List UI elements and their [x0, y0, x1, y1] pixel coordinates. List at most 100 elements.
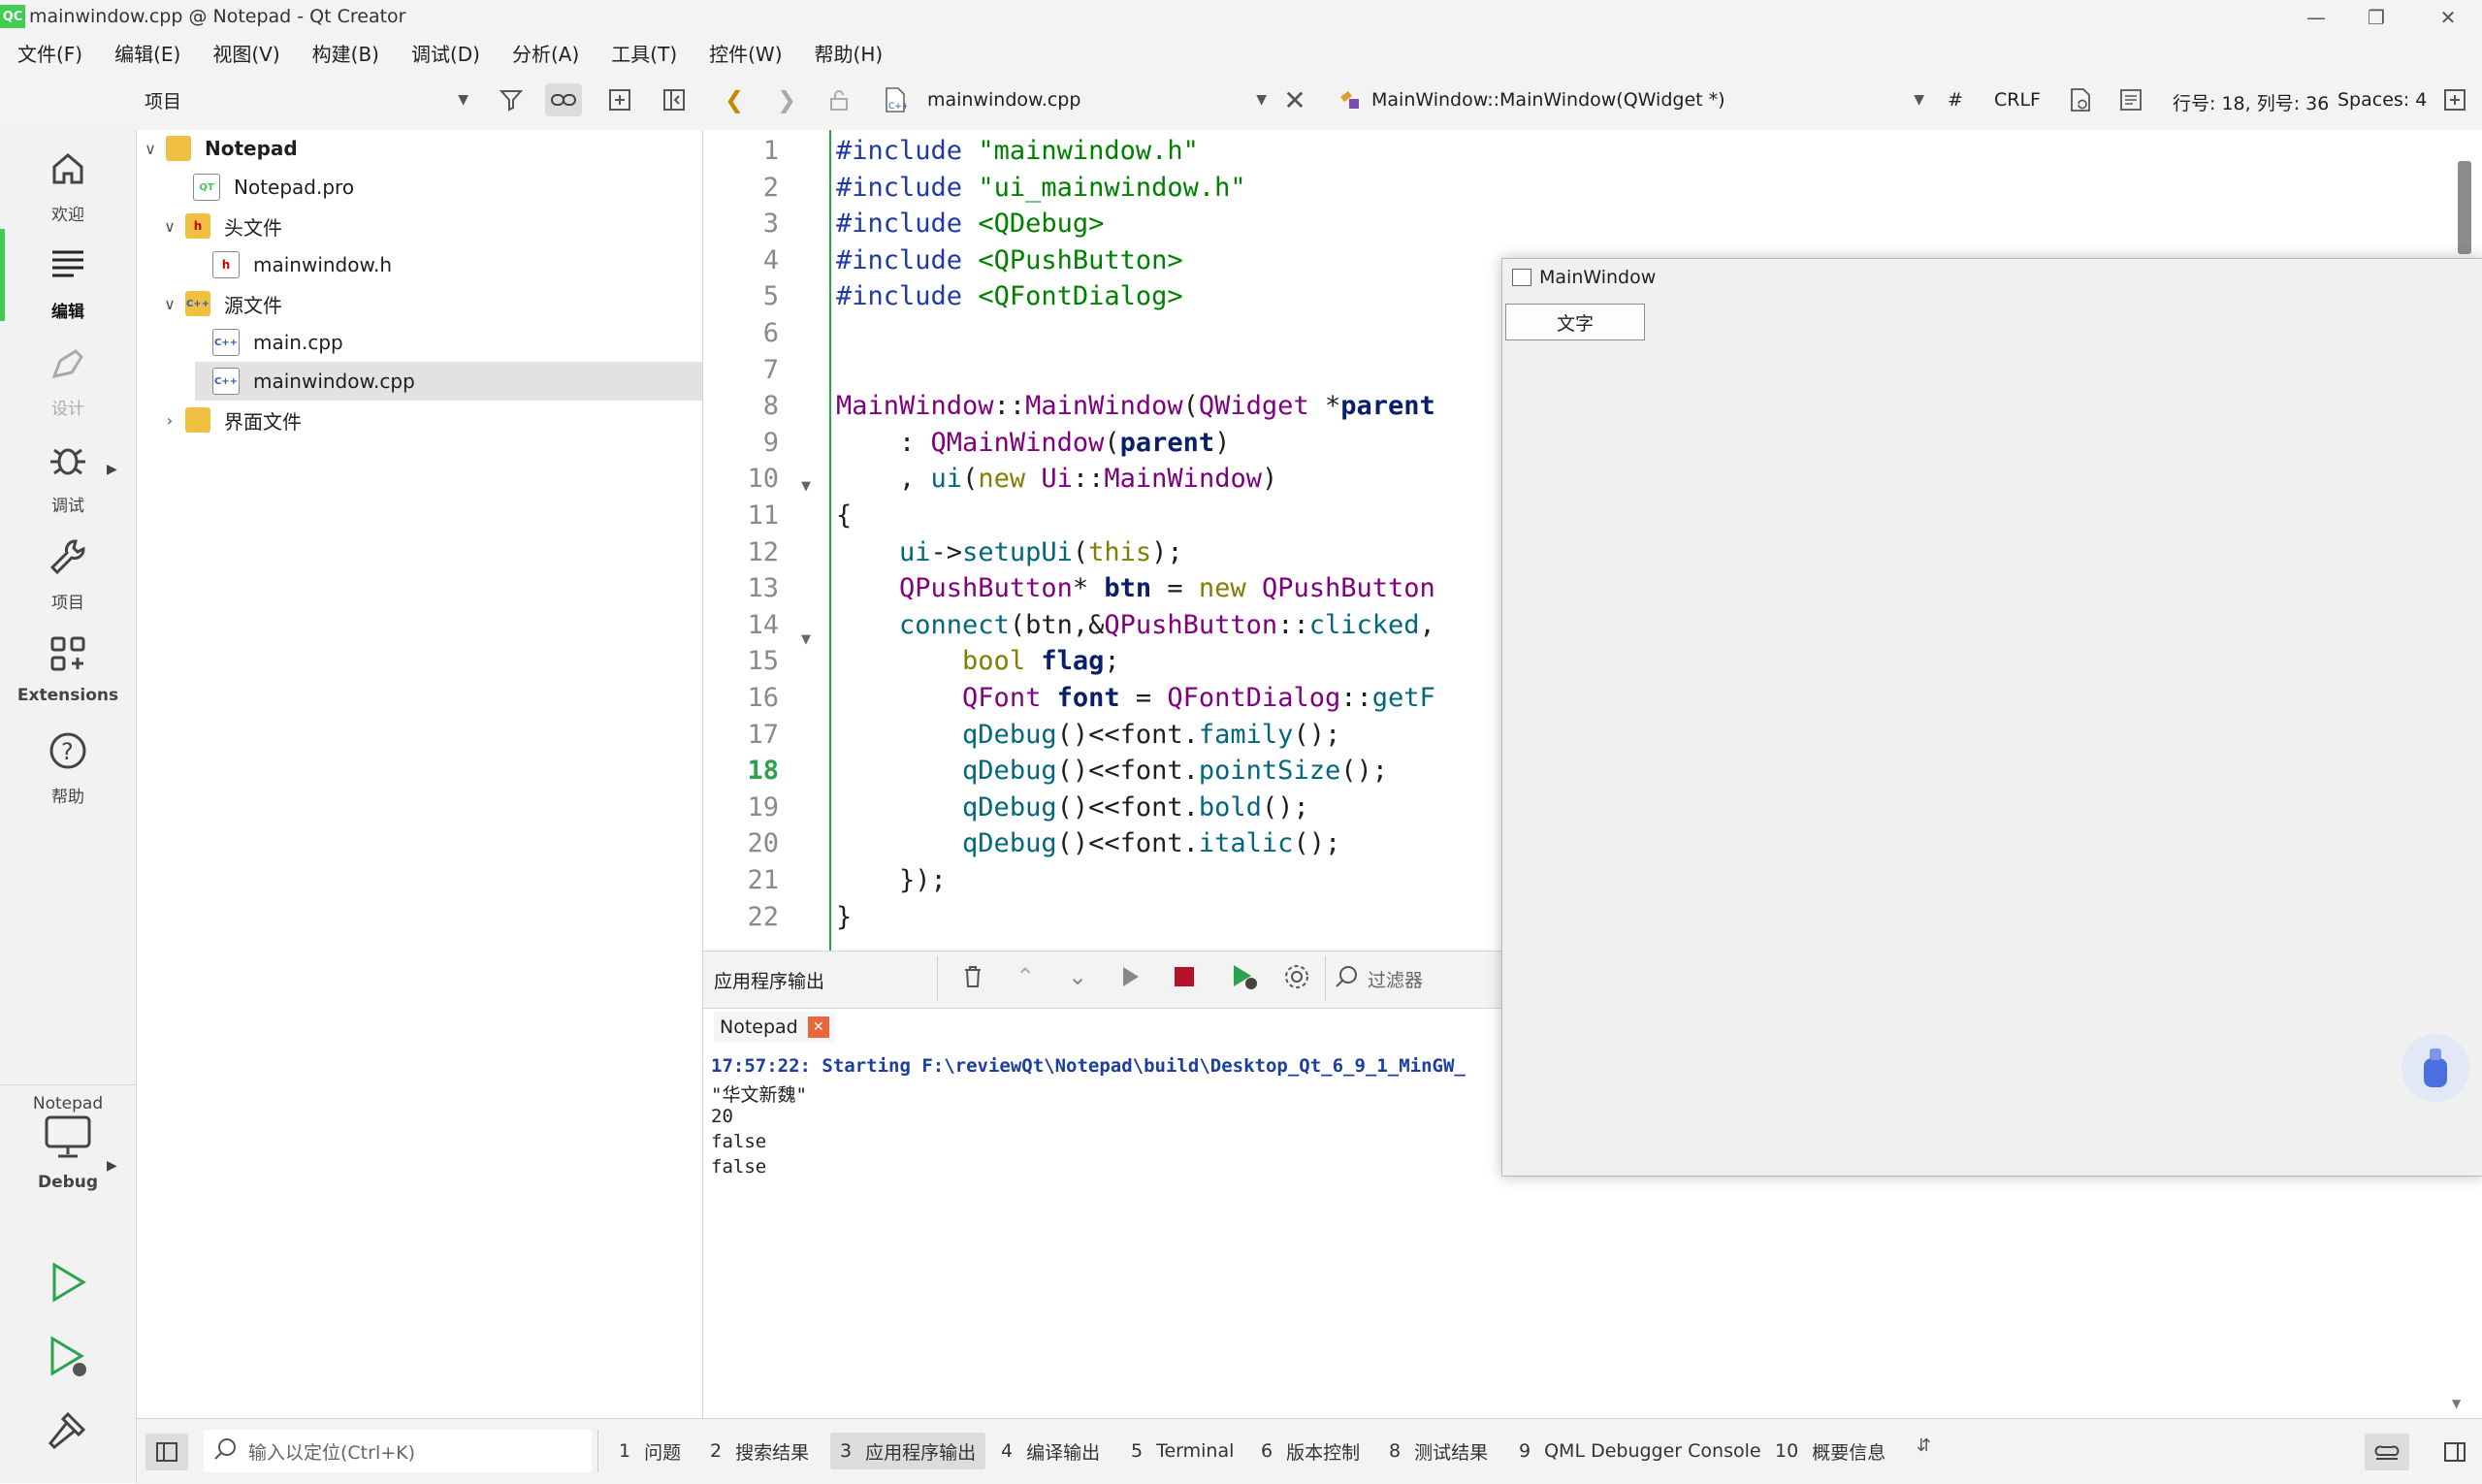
- run-icon[interactable]: [47, 1261, 89, 1308]
- code-line[interactable]: QPushButton* btn = new QPushButton: [836, 573, 1435, 603]
- stop-icon[interactable]: [1166, 960, 1203, 993]
- code-line[interactable]: bool flag;: [836, 646, 1120, 676]
- output-tab-notepad[interactable]: Notepad ✕: [714, 1012, 835, 1043]
- tree-item-sources[interactable]: ∨ C++ 源文件: [137, 284, 702, 323]
- clear-output-icon[interactable]: [954, 960, 991, 993]
- chevron-right-icon[interactable]: ›: [160, 411, 179, 430]
- code-line[interactable]: ui->setupUi(this);: [836, 537, 1183, 567]
- encoding-icon[interactable]: [2062, 83, 2099, 116]
- tree-item-mainwindow-cpp[interactable]: C++ mainwindow.cpp: [195, 362, 702, 401]
- status-tab[interactable]: 5 Terminal: [1121, 1433, 1243, 1469]
- mode-edit[interactable]: 编辑: [0, 244, 136, 322]
- attach-debugger-icon[interactable]: [1226, 960, 1263, 993]
- updown-arrows-icon[interactable]: ⇵: [1917, 1436, 1931, 1456]
- mode-design[interactable]: 设计: [0, 341, 136, 419]
- floating-assistant-icon[interactable]: [2401, 1034, 2469, 1102]
- scroll-down-icon[interactable]: ▼: [2452, 1397, 2461, 1410]
- chevron-down-icon[interactable]: ∨: [160, 295, 179, 313]
- status-tab[interactable]: 8 测试结果: [1379, 1433, 1498, 1469]
- chevron-down-icon[interactable]: ∨: [141, 140, 160, 158]
- expand-arrow-icon[interactable]: ▶: [107, 462, 117, 477]
- menu-debug[interactable]: 调试(D): [411, 39, 480, 67]
- expand-arrow-icon[interactable]: ▶: [107, 1158, 117, 1174]
- fold-marker-icon[interactable]: ▼: [801, 632, 811, 647]
- toggle-right-sidebar-icon[interactable]: [2436, 1434, 2473, 1470]
- tree-item-forms[interactable]: › 界面文件: [137, 401, 702, 439]
- output-filter[interactable]: 过滤器: [1335, 960, 1499, 997]
- kit-selector[interactable]: Notepad Debug: [0, 1094, 136, 1192]
- split-editor-icon[interactable]: [2436, 83, 2473, 116]
- indent-setting[interactable]: Spaces: 4: [2337, 89, 2427, 111]
- code-line[interactable]: connect(btn,&QPushButton::clicked,: [836, 610, 1435, 640]
- minimize-button[interactable]: —: [2287, 0, 2345, 35]
- menu-edit[interactable]: 编辑(E): [114, 39, 180, 67]
- debug-run-icon[interactable]: [47, 1335, 93, 1386]
- mode-projects[interactable]: 项目: [0, 535, 136, 613]
- code-line[interactable]: });: [836, 865, 947, 895]
- link-icon[interactable]: [545, 83, 582, 116]
- close-tab-icon[interactable]: ✕: [807, 1016, 829, 1038]
- filter-icon[interactable]: [493, 83, 530, 116]
- close-window-button[interactable]: ✕: [2419, 0, 2477, 35]
- chevron-down-icon[interactable]: ∨: [160, 217, 179, 236]
- code-line[interactable]: #include "ui_mainwindow.h": [836, 173, 1246, 203]
- mode-help[interactable]: ? 帮助: [0, 729, 136, 807]
- close-document-icon[interactable]: ✕: [1276, 83, 1313, 116]
- settings-gear-icon[interactable]: [1278, 960, 1315, 993]
- code-line[interactable]: qDebug()<<font.bold();: [836, 792, 1309, 823]
- code-line[interactable]: , ui(new Ui::MainWindow): [836, 464, 1277, 494]
- code-line[interactable]: #include "mainwindow.h": [836, 136, 1199, 166]
- line-ending-label[interactable]: CRLF: [1994, 89, 2041, 111]
- code-line[interactable]: qDebug()<<font.italic();: [836, 828, 1340, 858]
- toggle-progress-icon[interactable]: [2365, 1434, 2409, 1470]
- code-line[interactable]: #include <QFontDialog>: [836, 281, 1183, 311]
- status-tab[interactable]: 3 应用程序输出: [830, 1433, 986, 1469]
- code-line[interactable]: : QMainWindow(parent): [836, 428, 1230, 458]
- add-split-icon[interactable]: [601, 83, 638, 116]
- code-line[interactable]: qDebug()<<font.pointSize();: [836, 756, 1388, 786]
- menu-build[interactable]: 构建(B): [312, 39, 379, 67]
- code-line[interactable]: qDebug()<<font.family();: [836, 720, 1340, 750]
- code-line[interactable]: }: [836, 902, 852, 932]
- close-sidebar-icon[interactable]: [656, 83, 693, 116]
- project-view-selector[interactable]: 项目 ▼: [137, 81, 476, 118]
- fold-marker-icon[interactable]: ▼: [801, 479, 811, 494]
- editor-scrollbar[interactable]: [2458, 161, 2471, 254]
- status-tab[interactable]: 9 QML Debugger Console: [1509, 1433, 1771, 1469]
- menu-help[interactable]: 帮助(H): [815, 39, 884, 67]
- open-documents-combo[interactable]: mainwindow.cpp ▼: [927, 81, 1267, 118]
- status-tab[interactable]: 2 搜索结果: [700, 1433, 819, 1469]
- mode-debug[interactable]: 调试: [0, 438, 136, 516]
- toggle-sidebar-icon[interactable]: [145, 1434, 188, 1470]
- status-tab[interactable]: 10 概要信息: [1765, 1433, 1895, 1469]
- app-window-titlebar[interactable]: MainWindow: [1502, 259, 2482, 296]
- symbol-combo[interactable]: MainWindow::MainWindow(QWidget *) ▼: [1371, 81, 1924, 118]
- forward-arrow-icon[interactable]: ❯: [768, 83, 805, 116]
- previous-item-icon[interactable]: ⌃: [1007, 960, 1044, 993]
- restore-button[interactable]: ❐: [2347, 0, 2405, 35]
- menu-file[interactable]: 文件(F): [17, 39, 82, 67]
- code-line[interactable]: MainWindow::MainWindow(QWidget *parent: [836, 391, 1435, 421]
- menu-tools[interactable]: 工具(T): [611, 39, 677, 67]
- next-item-icon[interactable]: ⌄: [1059, 960, 1096, 993]
- document-outline-icon[interactable]: [2112, 83, 2149, 116]
- tree-item-headers[interactable]: ∨ h 头文件: [137, 207, 702, 245]
- code-line[interactable]: QFont font = QFontDialog::getF: [836, 683, 1435, 713]
- text-font-button[interactable]: 文字: [1505, 304, 1645, 340]
- rerun-icon[interactable]: [1112, 960, 1148, 993]
- tree-item-header-file[interactable]: h mainwindow.h: [137, 245, 702, 284]
- mode-welcome[interactable]: 欢迎: [0, 147, 136, 225]
- cursor-position[interactable]: 行号: 18, 列号: 36: [2173, 89, 2329, 115]
- menu-analyze[interactable]: 分析(A): [512, 39, 579, 67]
- status-tab[interactable]: 4 编译输出: [991, 1433, 1110, 1469]
- build-hammer-icon[interactable]: [47, 1408, 89, 1456]
- code-line[interactable]: #include <QPushButton>: [836, 245, 1183, 275]
- code-line[interactable]: #include <QDebug>: [836, 209, 1104, 239]
- status-tab[interactable]: 1 问题: [609, 1433, 691, 1469]
- tree-item-main-cpp[interactable]: C++ main.cpp: [137, 323, 702, 362]
- locator-input[interactable]: 输入以定位(Ctrl+K): [204, 1430, 592, 1472]
- code-line[interactable]: {: [836, 500, 852, 531]
- tree-item-pro-file[interactable]: QT Notepad.pro: [137, 168, 702, 207]
- tree-item-project[interactable]: ∨ Notepad: [137, 129, 702, 168]
- back-arrow-icon[interactable]: ❮: [716, 83, 753, 116]
